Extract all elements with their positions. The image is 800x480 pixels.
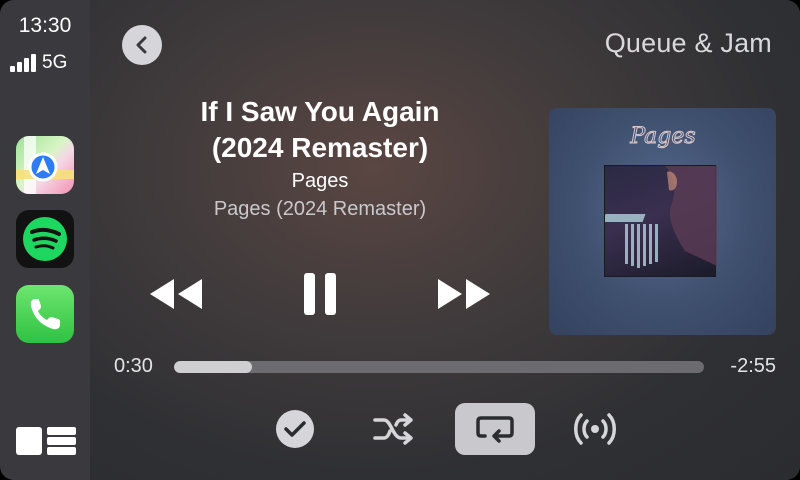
shuffle-button[interactable]	[370, 403, 420, 455]
broadcast-icon	[574, 413, 616, 445]
track-info: If I Saw You Again (2024 Remaster) Pages…	[150, 94, 490, 223]
now-playing: Queue & Jam If I Saw You Again (2024 Rem…	[90, 0, 800, 480]
signal-status: 5G	[10, 52, 67, 74]
album-photo	[602, 165, 717, 277]
shuffle-icon	[373, 413, 413, 445]
track-album: Pages (2024 Remaster)	[213, 198, 427, 220]
sidebar: 13:30 5G	[0, 0, 90, 480]
fast-forward-icon	[438, 279, 490, 309]
dashboard-icon[interactable]	[16, 425, 76, 457]
saved-button[interactable]	[273, 403, 317, 455]
rewind-icon	[150, 279, 202, 309]
next-button[interactable]	[434, 266, 494, 322]
signal-bars-icon	[10, 54, 36, 72]
progress-bar[interactable]	[174, 361, 704, 373]
pause-icon	[304, 273, 336, 315]
remaining-time: -2:55	[730, 355, 776, 377]
action-row	[90, 403, 800, 455]
spotify-icon[interactable]	[16, 210, 74, 268]
track-artist: Pages	[291, 170, 349, 192]
queue-jam-button[interactable]: Queue & Jam	[605, 28, 772, 59]
checkmark-circle-icon	[276, 410, 314, 448]
connect-devices-button[interactable]	[570, 403, 620, 455]
repeat-button[interactable]	[455, 403, 535, 455]
maps-icon[interactable]	[16, 136, 74, 194]
album-art: Pages	[549, 108, 776, 335]
phone-icon[interactable]	[16, 285, 74, 343]
repeat-icon	[476, 416, 514, 443]
status-time: 13:30	[18, 14, 72, 37]
album-logo-text: Pages	[629, 124, 695, 149]
elapsed-time: 0:30	[114, 355, 153, 377]
back-button[interactable]	[122, 25, 162, 65]
previous-button[interactable]	[146, 266, 206, 322]
chevron-left-icon	[136, 36, 147, 54]
track-title-line1: If I Saw You Again	[200, 96, 440, 127]
track-title-line2: (2024 Remaster)	[211, 132, 429, 163]
carplay-screen: 13:30 5G Queue & Jam If I Saw You Again …	[0, 0, 800, 480]
pause-button[interactable]	[292, 266, 348, 322]
progress-fill	[174, 361, 253, 373]
network-label: 5G	[42, 52, 68, 73]
album-logo: Pages	[629, 124, 696, 150]
transport-controls	[146, 266, 496, 322]
